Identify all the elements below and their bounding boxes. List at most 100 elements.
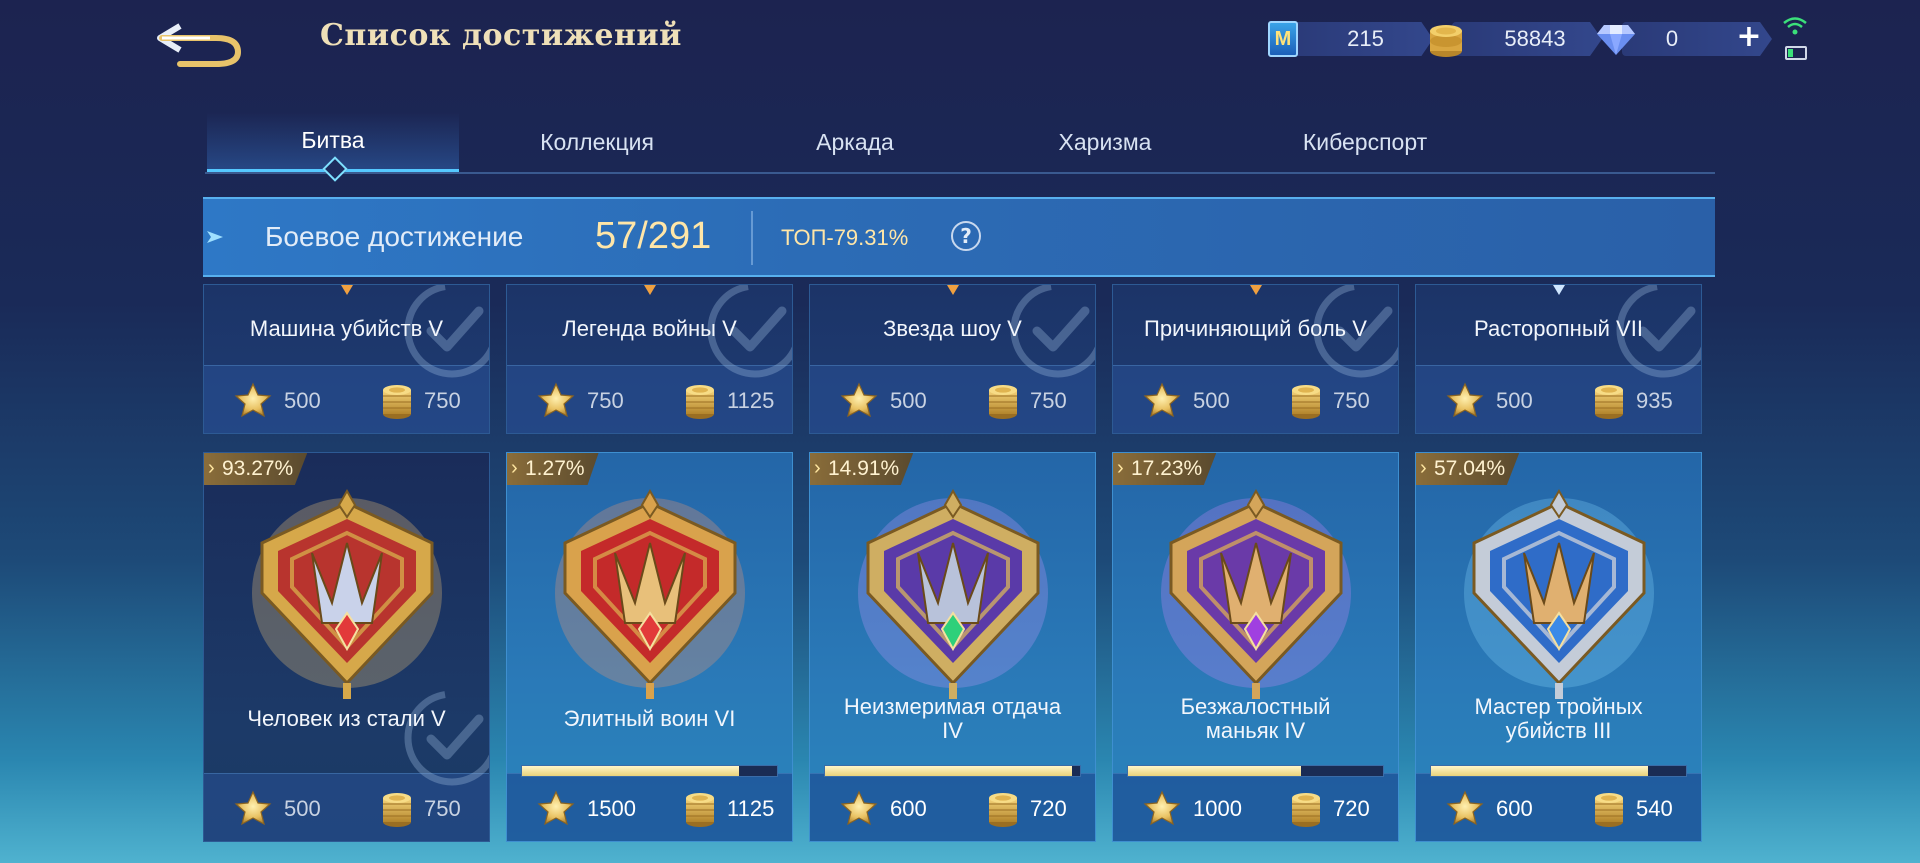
achievement-name: Неизмеримая отдача IV	[843, 694, 1062, 743]
coin-stack-icon	[383, 385, 411, 419]
summary-label: Боевое достижение	[265, 221, 524, 252]
tab-charisma[interactable]: Харизма	[1005, 112, 1205, 172]
completion-percent-tag: 57.04%	[1416, 453, 1520, 485]
ticket-icon: M	[1268, 21, 1298, 57]
achievement-card[interactable]: Звезда шоу V 500 750	[809, 284, 1096, 434]
pin-icon	[946, 285, 959, 295]
star-icon	[840, 790, 878, 826]
progress-fill	[1128, 766, 1302, 776]
help-icon[interactable]: ?	[951, 221, 981, 251]
plus-icon[interactable]: +	[1734, 22, 1764, 52]
coin-reward: 540	[1636, 796, 1673, 821]
category-tabs: Битва Коллекция Аркада Харизма Киберспор…	[205, 112, 1715, 174]
achievement-name: Расторопный VII	[1474, 316, 1643, 341]
pin-icon	[1249, 285, 1262, 295]
star-icon	[234, 790, 272, 826]
coin-stack-icon	[989, 385, 1017, 419]
tab-collection[interactable]: Коллекция	[487, 112, 707, 172]
progress-fill	[522, 766, 739, 776]
progress-bar	[1127, 765, 1384, 777]
star-icon	[234, 382, 272, 418]
battle-achievement-summary: Боевое достижение 57/291 ТОП-79.31% ?	[203, 197, 1715, 277]
star-reward: 750	[587, 388, 624, 413]
coin-reward: 1125	[727, 388, 775, 413]
achievement-name: Причиняющий боль V	[1144, 316, 1367, 341]
achievement-card[interactable]: Машина убийств V 500 750	[203, 284, 490, 434]
star-reward: 1500	[587, 796, 636, 821]
pin-icon	[340, 285, 353, 295]
achievement-card[interactable]: Расторопный VII 500 935	[1415, 284, 1702, 434]
achievement-badge-icon	[858, 488, 1048, 699]
achievement-name: Мастер тройных убийств III	[1474, 694, 1643, 743]
star-icon	[1143, 382, 1181, 418]
achievement-card[interactable]: Причиняющий боль V 500 750	[1112, 284, 1399, 434]
gold-value: 58843	[1452, 22, 1602, 56]
gold-coin-icon	[1430, 25, 1462, 57]
coin-stack-icon	[686, 385, 714, 419]
completion-percent-tag: 1.27%	[507, 453, 599, 485]
coin-stack-icon	[1292, 385, 1320, 419]
pin-icon	[1552, 285, 1565, 295]
battery-icon	[1785, 46, 1807, 60]
tab-esports[interactable]: Киберспорт	[1245, 112, 1485, 172]
achievement-card[interactable]: 14.91% Неизмеримая отдача IV 600 720	[809, 452, 1096, 842]
progress-fill	[825, 766, 1073, 776]
coin-stack-icon	[989, 793, 1017, 827]
star-reward: 500	[1496, 388, 1533, 413]
pin-icon	[643, 285, 656, 295]
achievement-name: Человек из стали V	[247, 706, 446, 731]
back-arrow-icon	[157, 23, 242, 67]
achievement-badge-icon	[555, 488, 745, 699]
arrow-icon	[207, 231, 223, 243]
coin-stack-icon	[1292, 793, 1320, 827]
achievement-card[interactable]: Легенда войны V 750 1125	[506, 284, 793, 434]
tab-arcade[interactable]: Аркада	[765, 112, 945, 172]
achievement-card[interactable]: 17.23% Безжалостный маньяк IV 1000 720	[1112, 452, 1399, 842]
completion-percent-tag: 93.27%	[204, 453, 308, 485]
star-icon	[1446, 382, 1484, 418]
diamond-amount: 0	[1665, 26, 1679, 51]
coin-reward: 935	[1636, 388, 1673, 413]
achievement-card[interactable]: 93.27% Человек из стали V 500 750	[203, 452, 490, 842]
completion-percent-tag: 14.91%	[810, 453, 914, 485]
rewards-row: 600 720	[810, 773, 1095, 841]
star-reward: 500	[284, 388, 321, 413]
achievement-card[interactable]: 1.27% Элитный воин VI 1500 1125	[506, 452, 793, 842]
divider	[751, 211, 753, 265]
coin-reward: 750	[424, 796, 461, 821]
achievement-name: Элитный воин VI	[563, 706, 736, 731]
coin-reward: 720	[1030, 796, 1067, 821]
achievement-name: Безжалостный маньяк IV	[1180, 694, 1331, 743]
gold-counter: 58843	[1428, 18, 1602, 60]
tab-battle[interactable]: Битва	[207, 112, 459, 172]
summary-count: 57/291	[595, 215, 712, 257]
ticket-value: 215	[1288, 22, 1433, 56]
achievement-card[interactable]: 57.04% Мастер тройных убийств III 600 540	[1415, 452, 1702, 842]
back-button[interactable]	[150, 12, 250, 72]
star-reward: 600	[890, 796, 927, 821]
star-reward: 500	[890, 388, 927, 413]
coin-reward: 1125	[727, 796, 775, 821]
coin-stack-icon	[1595, 385, 1623, 419]
coin-reward: 750	[424, 388, 461, 413]
summary-top-rank: ТОП-79.31%	[781, 225, 909, 250]
ticket-counter: M 215	[1268, 18, 1433, 60]
completion-percent-tag: 17.23%	[1113, 453, 1217, 485]
star-icon	[1143, 790, 1181, 826]
progress-bar	[1430, 765, 1687, 777]
star-icon	[1446, 790, 1484, 826]
star-icon	[840, 382, 878, 418]
star-reward: 1000	[1193, 796, 1242, 821]
rewards-row: 1500 1125	[507, 773, 792, 841]
rewards-row: 1000 720	[1113, 773, 1398, 841]
achievement-badge-icon	[1464, 488, 1654, 699]
star-reward: 500	[1193, 388, 1230, 413]
diamond-counter: 0 +	[1596, 18, 1772, 60]
wifi-icon	[1783, 17, 1807, 35]
coin-reward: 750	[1333, 388, 1370, 413]
coin-reward: 750	[1030, 388, 1067, 413]
coin-stack-icon	[383, 793, 411, 827]
coin-stack-icon	[1595, 793, 1623, 827]
achievement-name: Машина убийств V	[249, 316, 444, 341]
rewards-row: 600 540	[1416, 773, 1701, 841]
